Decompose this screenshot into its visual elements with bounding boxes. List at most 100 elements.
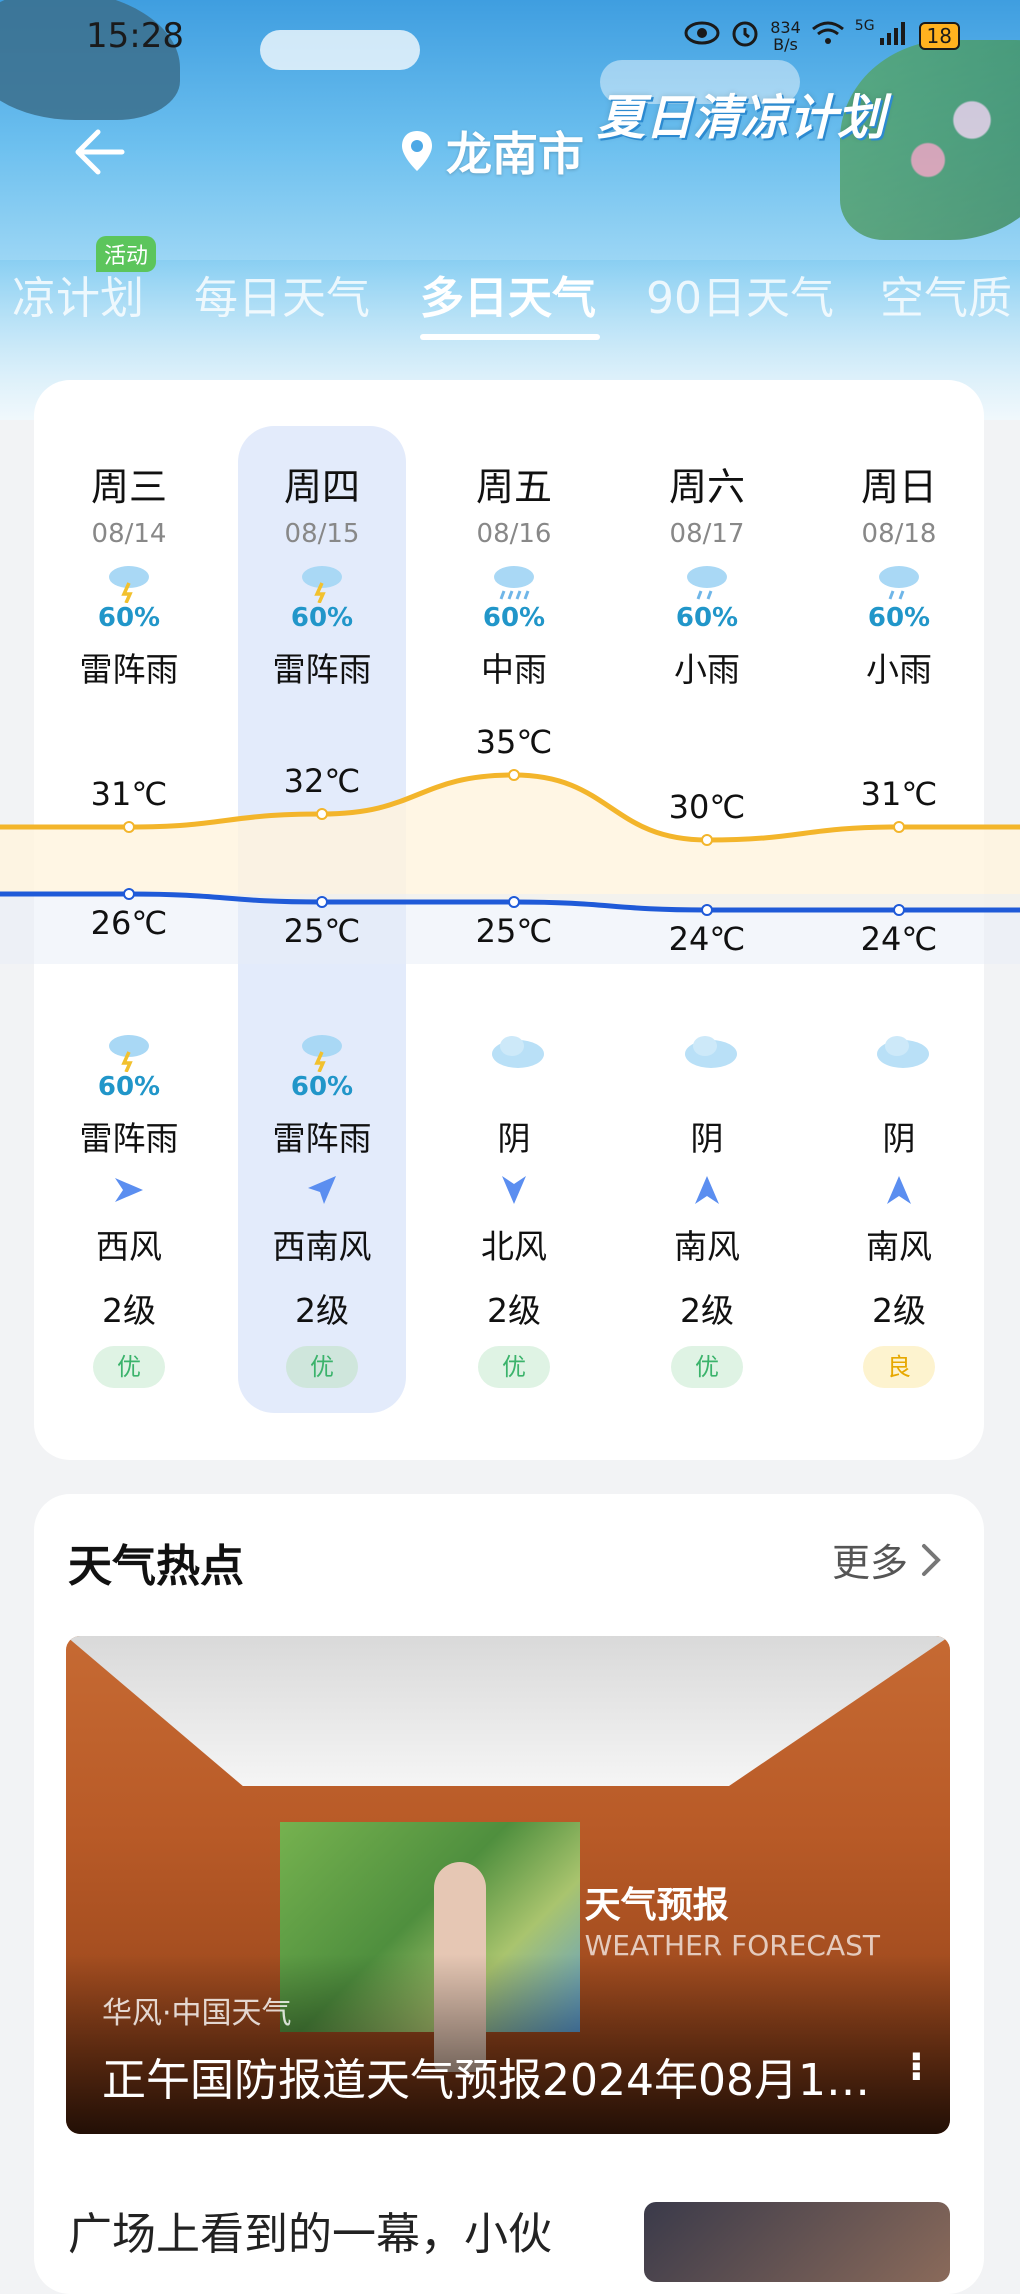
rain-probability: 60% xyxy=(867,603,931,633)
thunder-rain-icon xyxy=(296,1032,348,1073)
wind-direction: 北风 xyxy=(481,1227,547,1266)
video-title[interactable]: 正午国防报道天气预报2024年08月1… xyxy=(102,2044,872,2108)
wind-level: 2级 xyxy=(872,1291,926,1330)
status-time: 15:28 xyxy=(86,16,184,56)
header-background xyxy=(0,0,1020,420)
overcast-icon xyxy=(681,1032,737,1072)
night-weather: 阴 xyxy=(882,1119,916,1158)
air-quality-badge: 优 xyxy=(286,1346,358,1388)
news-thumbnail[interactable] xyxy=(644,2202,950,2282)
day-date: 08/15 xyxy=(284,519,360,549)
low-temp-point xyxy=(123,888,135,900)
video-source: 华风·中国天气 xyxy=(102,1996,292,2031)
day-weather: 雷阵雨 xyxy=(272,650,372,689)
more-button[interactable]: 更多 xyxy=(832,1532,942,1587)
high-temp-point xyxy=(316,808,328,820)
light-rain-icon xyxy=(873,563,925,603)
rain-probability xyxy=(611,1072,803,1102)
wind-direction: 西南风 xyxy=(272,1227,372,1266)
high-temp-label: 31℃ xyxy=(90,775,168,813)
rain-probability: 60% xyxy=(675,603,739,633)
studio-ceiling xyxy=(66,1636,950,1786)
more-label: 更多 xyxy=(831,1541,908,1585)
high-temp-label: 30℃ xyxy=(668,788,746,826)
air-quality-badge: 优 xyxy=(93,1346,165,1388)
battery-indicator: 18 xyxy=(918,22,960,50)
location-pin-icon xyxy=(402,131,432,171)
day-column[interactable]: 周六 08/17 60% 小雨 xyxy=(611,440,803,691)
overcast-icon xyxy=(488,1032,544,1072)
wind-level: 2级 xyxy=(102,1291,156,1330)
day-weather: 雷阵雨 xyxy=(79,650,179,689)
tab-bar: 凉计划 每日天气 多日天气 90日天气 空气质 xyxy=(0,262,1020,324)
tab-daily-weather[interactable]: 每日天气 xyxy=(194,262,370,326)
wind-direction: 南风 xyxy=(674,1227,740,1266)
rain-probability: 60% xyxy=(290,603,354,633)
tab-air-quality[interactable]: 空气质 xyxy=(880,262,1012,326)
wind-direction: 南风 xyxy=(866,1227,932,1266)
status-bar: 15:28 834 B/s 5G 18 xyxy=(86,14,960,58)
tab-cool-plan[interactable]: 凉计划 xyxy=(12,262,144,326)
day-name: 周三 xyxy=(90,465,167,509)
night-column[interactable]: 阴 南风 2级 良 xyxy=(803,1018,995,1388)
city-name: 龙南市 xyxy=(446,127,584,181)
wind-level: 2级 xyxy=(680,1291,734,1330)
low-temp-label: 24℃ xyxy=(668,920,746,958)
day-weather: 中雨 xyxy=(481,650,547,689)
high-temp-point xyxy=(893,821,905,833)
high-temp-point xyxy=(123,821,135,833)
studio-logo-title: 天气预报 xyxy=(584,1885,729,1926)
day-name: 周五 xyxy=(475,465,552,509)
summer-banner[interactable]: 夏日清凉计划 xyxy=(597,78,885,148)
network-type: 5G xyxy=(854,18,875,34)
rain-probability xyxy=(803,1072,995,1102)
day-date: 08/18 xyxy=(861,519,937,549)
thunder-rain-icon xyxy=(296,563,348,604)
day-weather: 小雨 xyxy=(866,650,932,689)
net-speed-unit: B/s xyxy=(773,35,798,54)
day-column[interactable]: 周日 08/18 60% 小雨 xyxy=(803,440,995,691)
day-name: 周六 xyxy=(668,465,745,509)
net-speed: 834 B/s xyxy=(770,19,801,53)
tab-90-day-weather[interactable]: 90日天气 xyxy=(646,262,834,326)
high-temp-point xyxy=(701,834,713,846)
city-selector[interactable]: 龙南市 xyxy=(400,118,584,184)
night-column[interactable]: 60% 雷阵雨 西风 2级 优 xyxy=(33,1018,225,1388)
night-column[interactable]: 60% 雷阵雨 西南风 2级 优 xyxy=(226,1018,418,1388)
high-temp-label: 32℃ xyxy=(283,762,361,800)
wind-arrow-north-icon xyxy=(689,1172,725,1208)
signal-icon xyxy=(879,20,909,52)
rain-probability xyxy=(418,1072,610,1102)
tab-multi-day-weather[interactable]: 多日天气 xyxy=(420,262,596,326)
day-column[interactable]: 周五 08/16 60% 中雨 xyxy=(418,440,610,691)
night-column[interactable]: 阴 南风 2级 优 xyxy=(611,1018,803,1388)
day-column[interactable]: 周四 08/15 60% 雷阵雨 xyxy=(226,440,418,691)
low-temp-label: 26℃ xyxy=(90,904,168,942)
day-date: 08/17 xyxy=(669,519,745,549)
wind-arrow-east-icon xyxy=(111,1172,147,1208)
air-quality-badge: 优 xyxy=(671,1346,743,1388)
temperature-curves: 31℃ 26℃ 32℃ 25℃ 35℃ 25℃ 30℃ 24℃ 31℃ 24℃ xyxy=(0,723,1020,1000)
high-temp-label: 31℃ xyxy=(860,775,938,813)
day-date: 08/14 xyxy=(91,519,167,549)
rain-probability: 60% xyxy=(97,603,161,633)
night-column[interactable]: 阴 北风 2级 优 xyxy=(418,1018,610,1388)
thunder-rain-icon xyxy=(103,563,155,604)
air-quality-badge: 优 xyxy=(478,1346,550,1388)
wind-level: 2级 xyxy=(295,1291,349,1330)
rain-probability: 60% xyxy=(482,603,546,633)
overcast-icon xyxy=(873,1032,929,1072)
news-item-title[interactable]: 广场上看到的一幕，小伙 xyxy=(68,2198,552,2262)
night-weather: 阴 xyxy=(690,1119,724,1158)
day-column[interactable]: 周三 08/14 60% 雷阵雨 xyxy=(33,440,225,691)
thunder-rain-icon xyxy=(103,1032,155,1073)
low-temp-point xyxy=(316,896,328,908)
day-name: 周日 xyxy=(860,465,937,509)
back-button[interactable] xyxy=(70,122,130,182)
more-options-icon[interactable]: ⁝ xyxy=(909,2044,924,2090)
light-rain-icon xyxy=(681,563,733,603)
eye-icon xyxy=(684,21,720,51)
rain-probability: 60% xyxy=(290,1072,354,1102)
high-temp-point xyxy=(508,769,520,781)
wind-arrow-northeast-icon xyxy=(304,1172,340,1208)
